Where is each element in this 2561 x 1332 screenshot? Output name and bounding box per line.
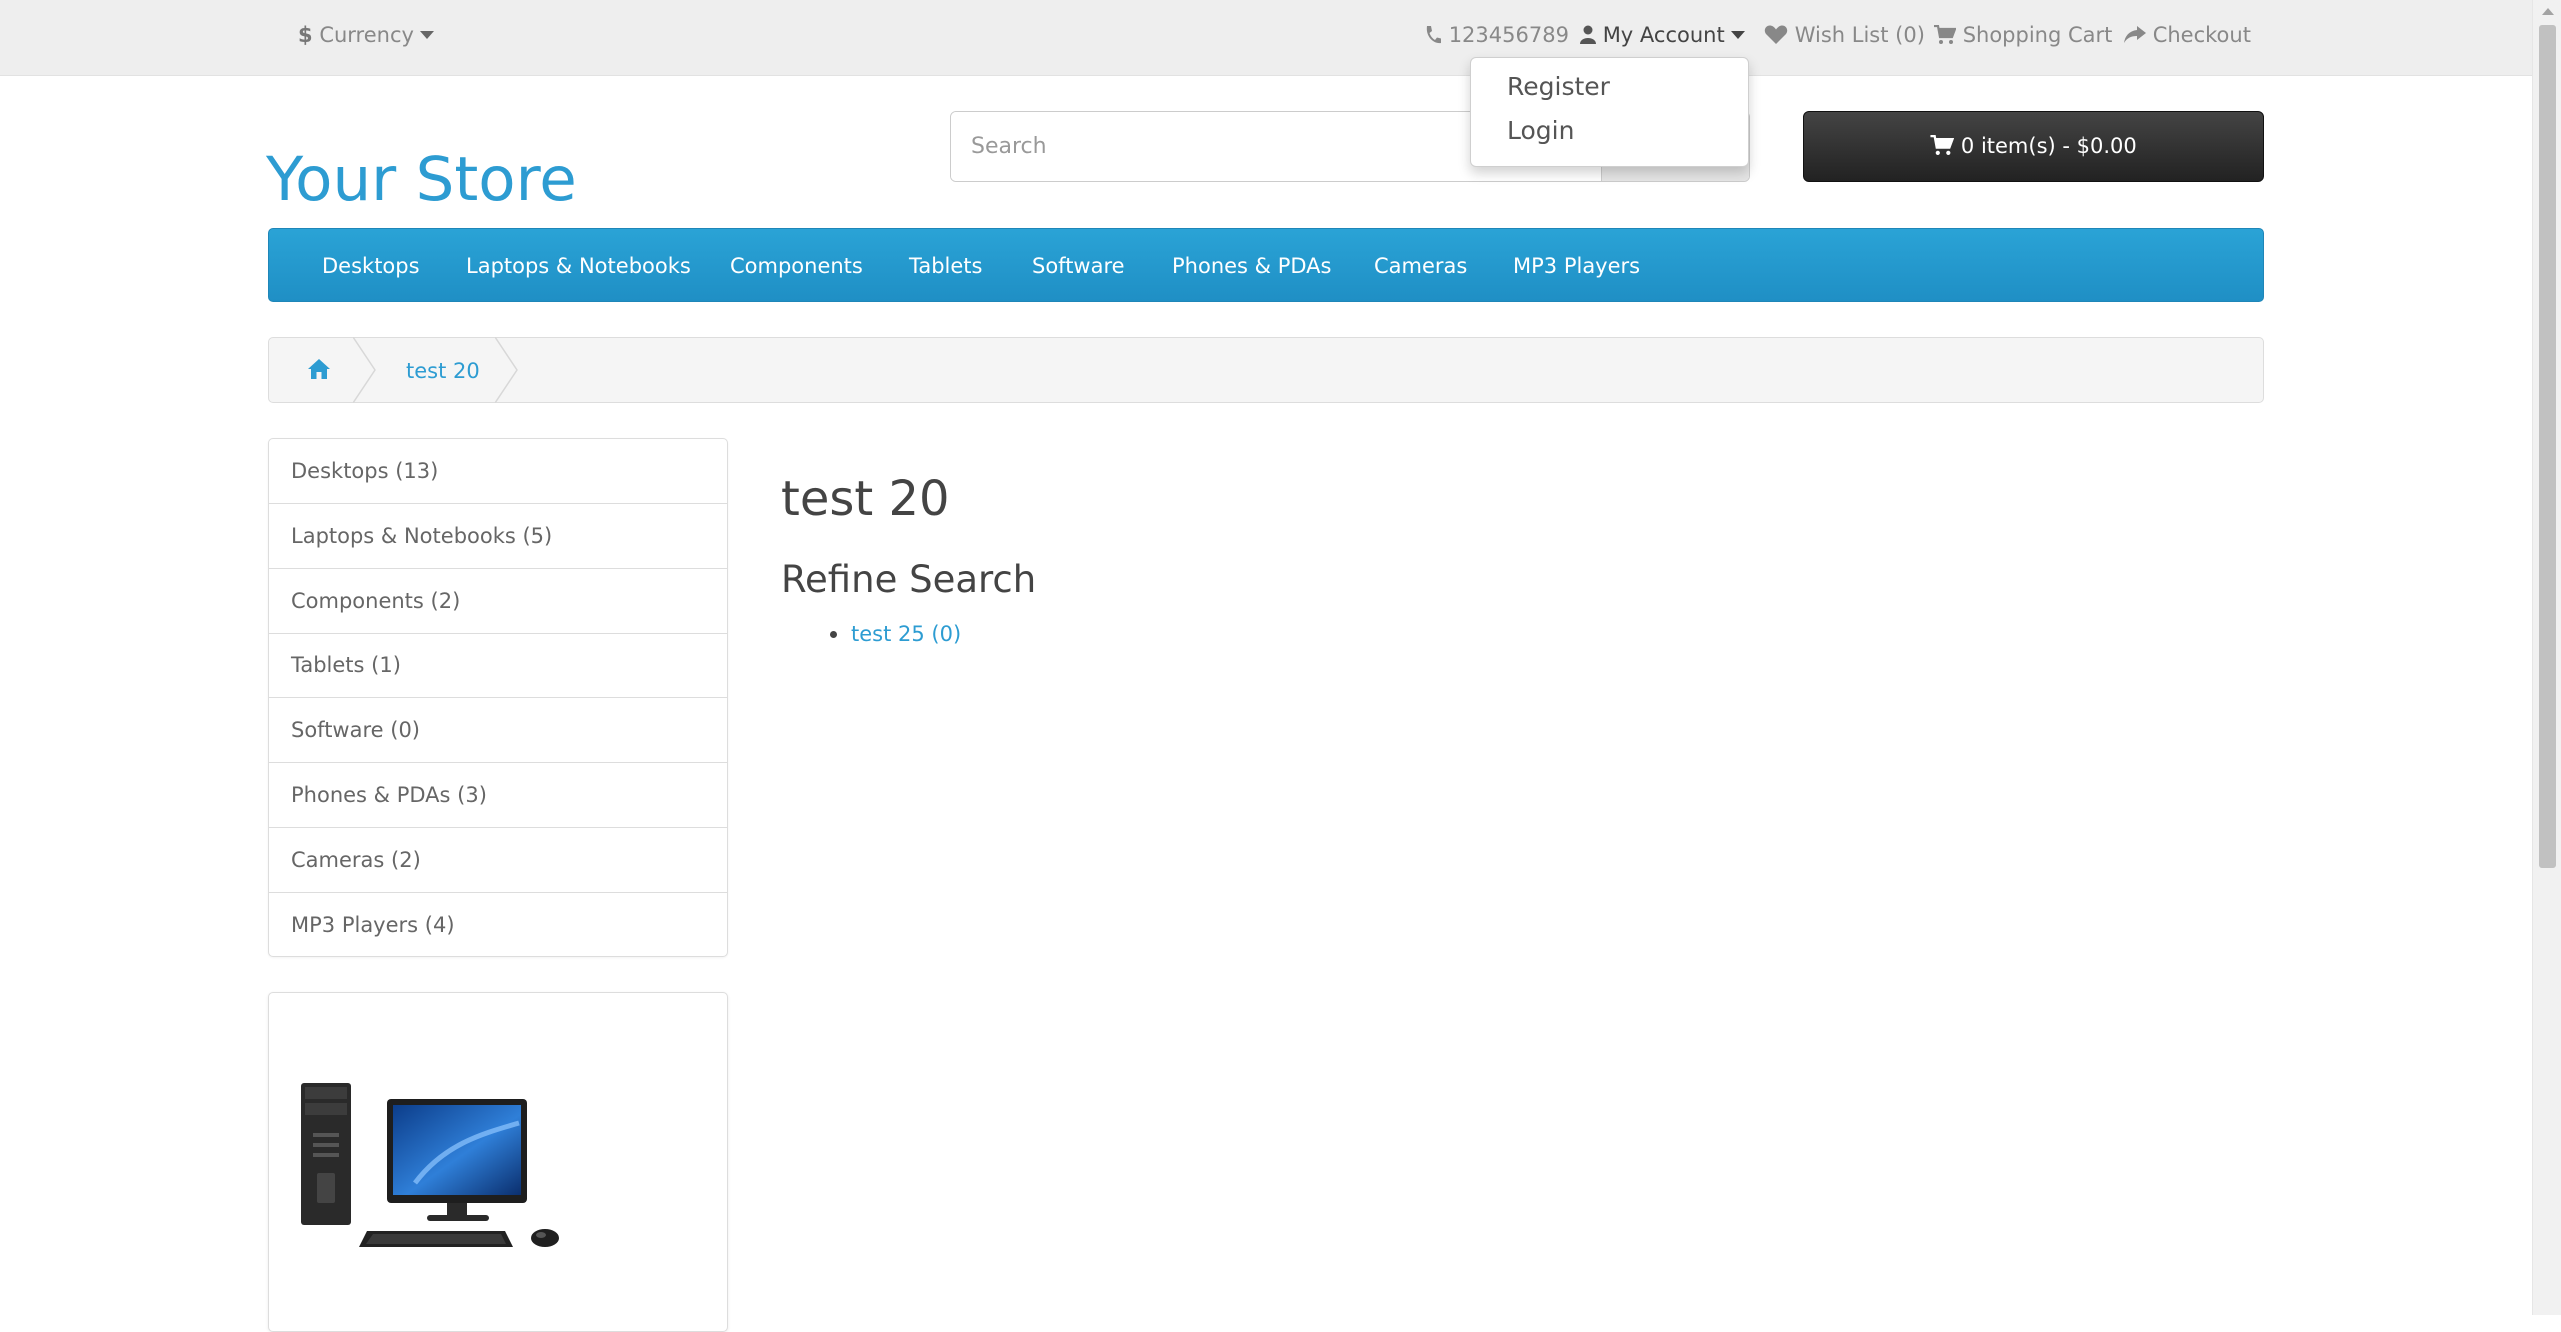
- desktop-computer-image[interactable]: [295, 1063, 595, 1253]
- dollar-icon: $: [298, 23, 313, 47]
- menu-item-software[interactable]: Software: [1032, 251, 1125, 281]
- category-mp3-players[interactable]: MP3 Players (4): [269, 893, 727, 958]
- scroll-up-arrow-icon[interactable]: [2542, 8, 2554, 15]
- page-title: test 20: [781, 471, 950, 527]
- wishlist-link[interactable]: Wish List (0): [1764, 20, 1925, 50]
- share-icon: [2124, 26, 2146, 43]
- heart-icon: [1764, 25, 1788, 44]
- category-desktops[interactable]: Desktops (13): [269, 439, 727, 504]
- breadcrumb-home[interactable]: [307, 358, 331, 384]
- category-software[interactable]: Software (0): [269, 698, 727, 763]
- menu-item-components[interactable]: Components: [730, 251, 863, 281]
- category-laptops-notebooks[interactable]: Laptops & Notebooks (5): [269, 504, 727, 569]
- phone-icon: [1426, 26, 1441, 44]
- menu-item-phones-pdas[interactable]: Phones & PDAs: [1172, 251, 1332, 281]
- category-cameras[interactable]: Cameras (2): [269, 828, 727, 893]
- checkout-link[interactable]: Checkout: [2124, 20, 2251, 50]
- breadcrumb-separator: [353, 337, 376, 403]
- menu-item-cameras[interactable]: Cameras: [1374, 251, 1467, 281]
- checkout-label: Checkout: [2152, 23, 2251, 47]
- menu-item-desktops[interactable]: Desktops: [322, 251, 420, 281]
- shopping-cart-label: Shopping Cart: [1962, 23, 2113, 47]
- home-icon: [308, 359, 330, 379]
- currency-dropdown[interactable]: $ Currency: [298, 20, 434, 50]
- phone-link[interactable]: 123456789: [1424, 20, 1569, 50]
- banner-card: [268, 992, 728, 1332]
- shopping-cart-link[interactable]: Shopping Cart: [1934, 20, 2112, 50]
- register-link[interactable]: Register: [1507, 72, 1610, 101]
- category-phones-pdas[interactable]: Phones & PDAs (3): [269, 763, 727, 828]
- refine-link-test-25[interactable]: test 25 (0): [851, 619, 961, 649]
- cart-total-button[interactable]: 0 item(s) - $0.00: [1803, 111, 2264, 182]
- currency-label: Currency: [319, 23, 414, 47]
- user-icon: [1580, 25, 1596, 44]
- page-scrollbar[interactable]: [2532, 0, 2561, 1315]
- cart-icon: [1934, 24, 1957, 44]
- cart-total-label: 0 item(s) - $0.00: [1960, 134, 2137, 158]
- menu-item-mp3-players[interactable]: MP3 Players: [1513, 251, 1640, 281]
- breadcrumb-separator: [495, 337, 518, 403]
- top-bar: $ Currency 123456789 My Account Wish Lis…: [0, 0, 2532, 76]
- category-components[interactable]: Components (2): [269, 569, 727, 634]
- my-account-dropdown[interactable]: My Account: [1580, 20, 1745, 50]
- breadcrumb-current[interactable]: test 20: [406, 356, 480, 386]
- category-tablets[interactable]: Tablets (1): [269, 633, 727, 698]
- menu-item-laptops-notebooks[interactable]: Laptops & Notebooks: [466, 251, 691, 281]
- cart-icon: [1930, 134, 1955, 155]
- phone-number: 123456789: [1448, 23, 1569, 47]
- menu-item-tablets[interactable]: Tablets: [909, 251, 982, 281]
- scrollbar-thumb[interactable]: [2539, 25, 2556, 868]
- login-link[interactable]: Login: [1507, 116, 1574, 145]
- category-list: Desktops (13) Laptops & Notebooks (5) Co…: [268, 438, 728, 957]
- main-menu: Desktops Laptops & Notebooks Components …: [268, 228, 2264, 302]
- account-dropdown-menu: Register Login: [1470, 57, 1749, 167]
- breadcrumb: test 20: [268, 337, 2264, 403]
- chevron-down-icon: [1730, 31, 1745, 39]
- store-logo[interactable]: Your Store: [266, 144, 577, 216]
- wishlist-label: Wish List (0): [1794, 23, 1925, 47]
- my-account-label: My Account: [1602, 23, 1725, 47]
- refine-search-heading: Refine Search: [781, 558, 1037, 601]
- chevron-down-icon: [419, 31, 434, 39]
- list-bullet: [830, 631, 837, 638]
